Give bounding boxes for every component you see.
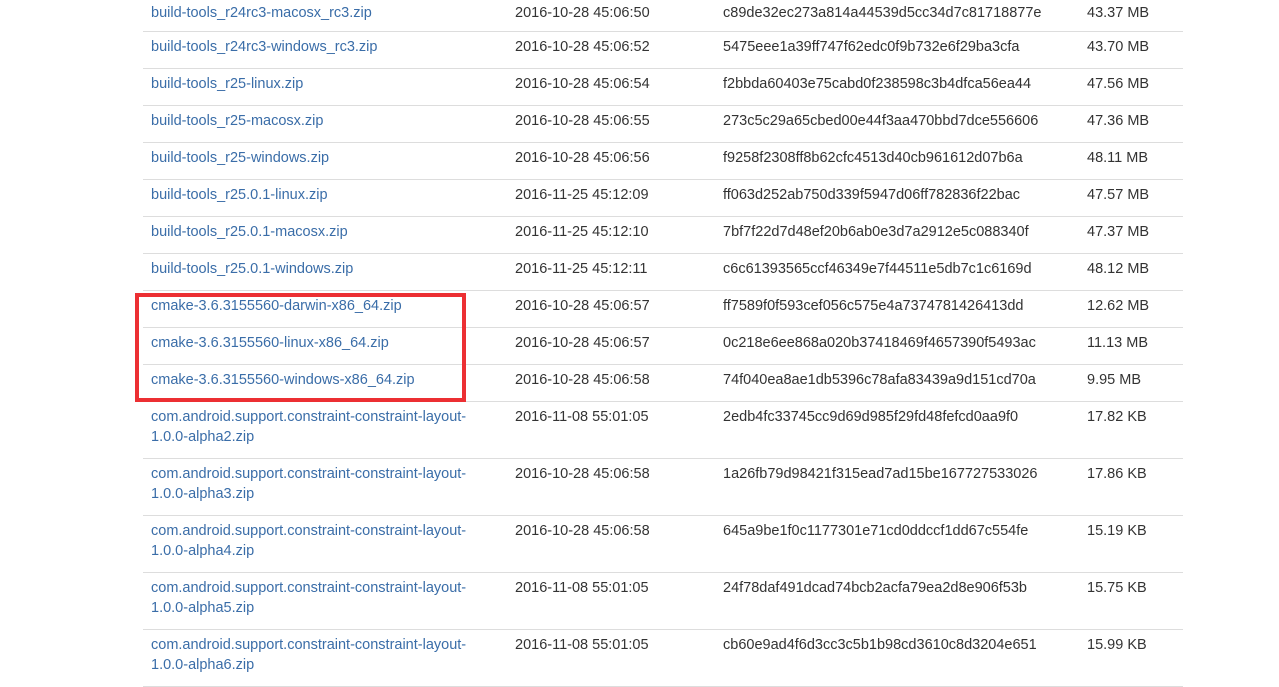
file-name-cell: build-tools_r25-linux.zip xyxy=(151,74,501,94)
file-name-cell: build-tools_r25-macosx.zip xyxy=(151,111,501,131)
file-checksum: ff063d252ab750d339f5947d06ff782836f22bac xyxy=(723,187,1021,203)
file-checksum: f9258f2308ff8b62cfc4513d40cb961612d07b6a xyxy=(723,150,1023,166)
file-name-cell: cmake-3.6.3155560-darwin-x86_64.zip xyxy=(151,296,501,316)
file-size: 15.99 KB xyxy=(1087,637,1147,653)
file-date: 2016-11-08 55:01:05 xyxy=(515,637,649,653)
file-name-cell: cmake-3.6.3155560-windows-x86_64.zip xyxy=(151,370,501,390)
file-listing-table: build-tools_r24rc3-macosx_rc3.zip 2016-1… xyxy=(143,0,1183,687)
file-date: 2016-10-28 45:06:54 xyxy=(515,76,650,92)
table-row: com.android.support.constraint-constrain… xyxy=(143,573,1183,630)
file-date: 2016-11-25 45:12:11 xyxy=(515,261,648,277)
file-date: 2016-11-25 45:12:10 xyxy=(515,224,649,240)
file-date: 2016-10-28 45:06:57 xyxy=(515,335,650,351)
table-row: cmake-3.6.3155560-linux-x86_64.zip 2016-… xyxy=(143,328,1183,365)
file-download-link[interactable]: com.android.support.constraint-constrain… xyxy=(151,523,466,559)
file-checksum: 7bf7f22d7d48ef20b6ab0e3d7a2912e5c088340f xyxy=(723,224,1029,240)
table-row: build-tools_r25-linux.zip 2016-10-28 45:… xyxy=(143,69,1183,106)
file-date: 2016-10-28 45:06:50 xyxy=(515,5,650,21)
file-date: 2016-10-28 45:06:58 xyxy=(515,372,650,388)
table-row: build-tools_r24rc3-macosx_rc3.zip 2016-1… xyxy=(143,0,1183,32)
file-size: 48.12 MB xyxy=(1087,261,1150,277)
file-name-cell: build-tools_r24rc3-macosx_rc3.zip xyxy=(151,3,501,23)
file-download-link[interactable]: cmake-3.6.3155560-linux-x86_64.zip xyxy=(151,335,389,351)
file-name-cell: com.android.support.constraint-constrain… xyxy=(151,578,501,618)
file-checksum: 2edb4fc33745cc9d69d985f29fd48fefcd0aa9f0 xyxy=(723,409,1019,425)
file-size: 17.82 KB xyxy=(1087,409,1147,425)
file-date: 2016-10-28 45:06:55 xyxy=(515,113,650,129)
file-download-link[interactable]: build-tools_r24rc3-windows_rc3.zip xyxy=(151,39,377,55)
file-checksum: cb60e9ad4f6d3cc3c5b1b98cd3610c8d3204e651 xyxy=(723,637,1037,653)
table-row: build-tools_r25.0.1-macosx.zip 2016-11-2… xyxy=(143,217,1183,254)
table-row: com.android.support.constraint-constrain… xyxy=(143,630,1183,687)
file-size: 15.19 KB xyxy=(1087,523,1147,539)
file-date: 2016-10-28 45:06:58 xyxy=(515,523,650,539)
file-checksum: ff7589f0f593cef056c575e4a7374781426413dd xyxy=(723,298,1024,314)
file-size: 12.62 MB xyxy=(1087,298,1150,314)
file-name-cell: cmake-3.6.3155560-linux-x86_64.zip xyxy=(151,333,501,353)
file-name-cell: com.android.support.constraint-constrain… xyxy=(151,521,501,561)
file-size: 9.95 MB xyxy=(1087,372,1141,388)
file-download-link[interactable]: com.android.support.constraint-constrain… xyxy=(151,580,466,616)
file-date: 2016-10-28 45:06:58 xyxy=(515,466,650,482)
file-size: 47.37 MB xyxy=(1087,224,1150,240)
file-checksum: 0c218e6ee868a020b37418469f4657390f5493ac xyxy=(723,335,1036,351)
file-date: 2016-10-28 45:06:52 xyxy=(515,39,650,55)
file-date: 2016-11-25 45:12:09 xyxy=(515,187,649,203)
file-size: 47.56 MB xyxy=(1087,76,1150,92)
file-name-cell: build-tools_r25.0.1-windows.zip xyxy=(151,259,501,279)
file-download-link[interactable]: build-tools_r25-macosx.zip xyxy=(151,113,323,129)
file-checksum: c89de32ec273a814a44539d5cc34d7c81718877e xyxy=(723,5,1042,21)
file-date: 2016-10-28 45:06:57 xyxy=(515,298,650,314)
file-name-cell: build-tools_r25.0.1-linux.zip xyxy=(151,185,501,205)
file-name-cell: com.android.support.constraint-constrain… xyxy=(151,464,501,504)
file-name-cell: com.android.support.constraint-constrain… xyxy=(151,635,501,675)
table-row: com.android.support.constraint-constrain… xyxy=(143,516,1183,573)
file-download-link[interactable]: build-tools_r25-windows.zip xyxy=(151,150,329,166)
file-checksum: 273c5c29a65cbed00e44f3aa470bbd7dce556606 xyxy=(723,113,1039,129)
file-size: 47.57 MB xyxy=(1087,187,1150,203)
file-name-cell: build-tools_r24rc3-windows_rc3.zip xyxy=(151,37,501,57)
file-checksum: 74f040ea8ae1db5396c78afa83439a9d151cd70a xyxy=(723,372,1036,388)
file-download-link[interactable]: com.android.support.constraint-constrain… xyxy=(151,409,466,445)
file-checksum: c6c61393565ccf46349e7f44511e5db7c1c6169d xyxy=(723,261,1032,277)
file-size: 48.11 MB xyxy=(1087,150,1148,166)
table-row: com.android.support.constraint-constrain… xyxy=(143,459,1183,516)
file-date: 2016-11-08 55:01:05 xyxy=(515,409,649,425)
file-checksum: 1a26fb79d98421f315ead7ad15be167727533026 xyxy=(723,466,1038,482)
table-row: build-tools_r25-macosx.zip 2016-10-28 45… xyxy=(143,106,1183,143)
file-checksum: 5475eee1a39ff747f62edc0f9b732e6f29ba3cfa xyxy=(723,39,1020,55)
file-download-link[interactable]: cmake-3.6.3155560-darwin-x86_64.zip xyxy=(151,298,402,314)
table-row: cmake-3.6.3155560-darwin-x86_64.zip 2016… xyxy=(143,291,1183,328)
file-name-cell: com.android.support.constraint-constrain… xyxy=(151,407,501,447)
file-download-link[interactable]: cmake-3.6.3155560-windows-x86_64.zip xyxy=(151,372,415,388)
file-download-link[interactable]: build-tools_r24rc3-macosx_rc3.zip xyxy=(151,5,372,21)
table-row: com.android.support.constraint-constrain… xyxy=(143,402,1183,459)
file-date: 2016-11-08 55:01:05 xyxy=(515,580,649,596)
file-checksum: f2bbda60403e75cabd0f238598c3b4dfca56ea44 xyxy=(723,76,1032,92)
table-row: build-tools_r25.0.1-windows.zip 2016-11-… xyxy=(143,254,1183,291)
file-date: 2016-10-28 45:06:56 xyxy=(515,150,650,166)
table-row: build-tools_r25-windows.zip 2016-10-28 4… xyxy=(143,143,1183,180)
file-checksum: 24f78daf491dcad74bcb2acfa79ea2d8e906f53b xyxy=(723,580,1027,596)
file-download-link[interactable]: build-tools_r25.0.1-windows.zip xyxy=(151,261,353,277)
table-row: cmake-3.6.3155560-windows-x86_64.zip 201… xyxy=(143,365,1183,402)
file-size: 47.36 MB xyxy=(1087,113,1150,129)
table-row: build-tools_r25.0.1-linux.zip 2016-11-25… xyxy=(143,180,1183,217)
file-download-link[interactable]: com.android.support.constraint-constrain… xyxy=(151,466,466,502)
file-checksum: 645a9be1f0c1177301e71cd0ddccf1dd67c554fe xyxy=(723,523,1029,539)
file-size: 15.75 KB xyxy=(1087,580,1147,596)
file-size: 17.86 KB xyxy=(1087,466,1147,482)
file-download-link[interactable]: build-tools_r25-linux.zip xyxy=(151,76,303,92)
file-download-link[interactable]: build-tools_r25.0.1-linux.zip xyxy=(151,187,328,203)
file-size: 11.13 MB xyxy=(1087,335,1148,351)
file-download-link[interactable]: build-tools_r25.0.1-macosx.zip xyxy=(151,224,348,240)
file-size: 43.70 MB xyxy=(1087,39,1150,55)
file-download-link[interactable]: com.android.support.constraint-constrain… xyxy=(151,637,466,673)
table-row: build-tools_r24rc3-windows_rc3.zip 2016-… xyxy=(143,32,1183,69)
file-name-cell: build-tools_r25-windows.zip xyxy=(151,148,501,168)
file-name-cell: build-tools_r25.0.1-macosx.zip xyxy=(151,222,501,242)
file-size: 43.37 MB xyxy=(1087,5,1150,21)
